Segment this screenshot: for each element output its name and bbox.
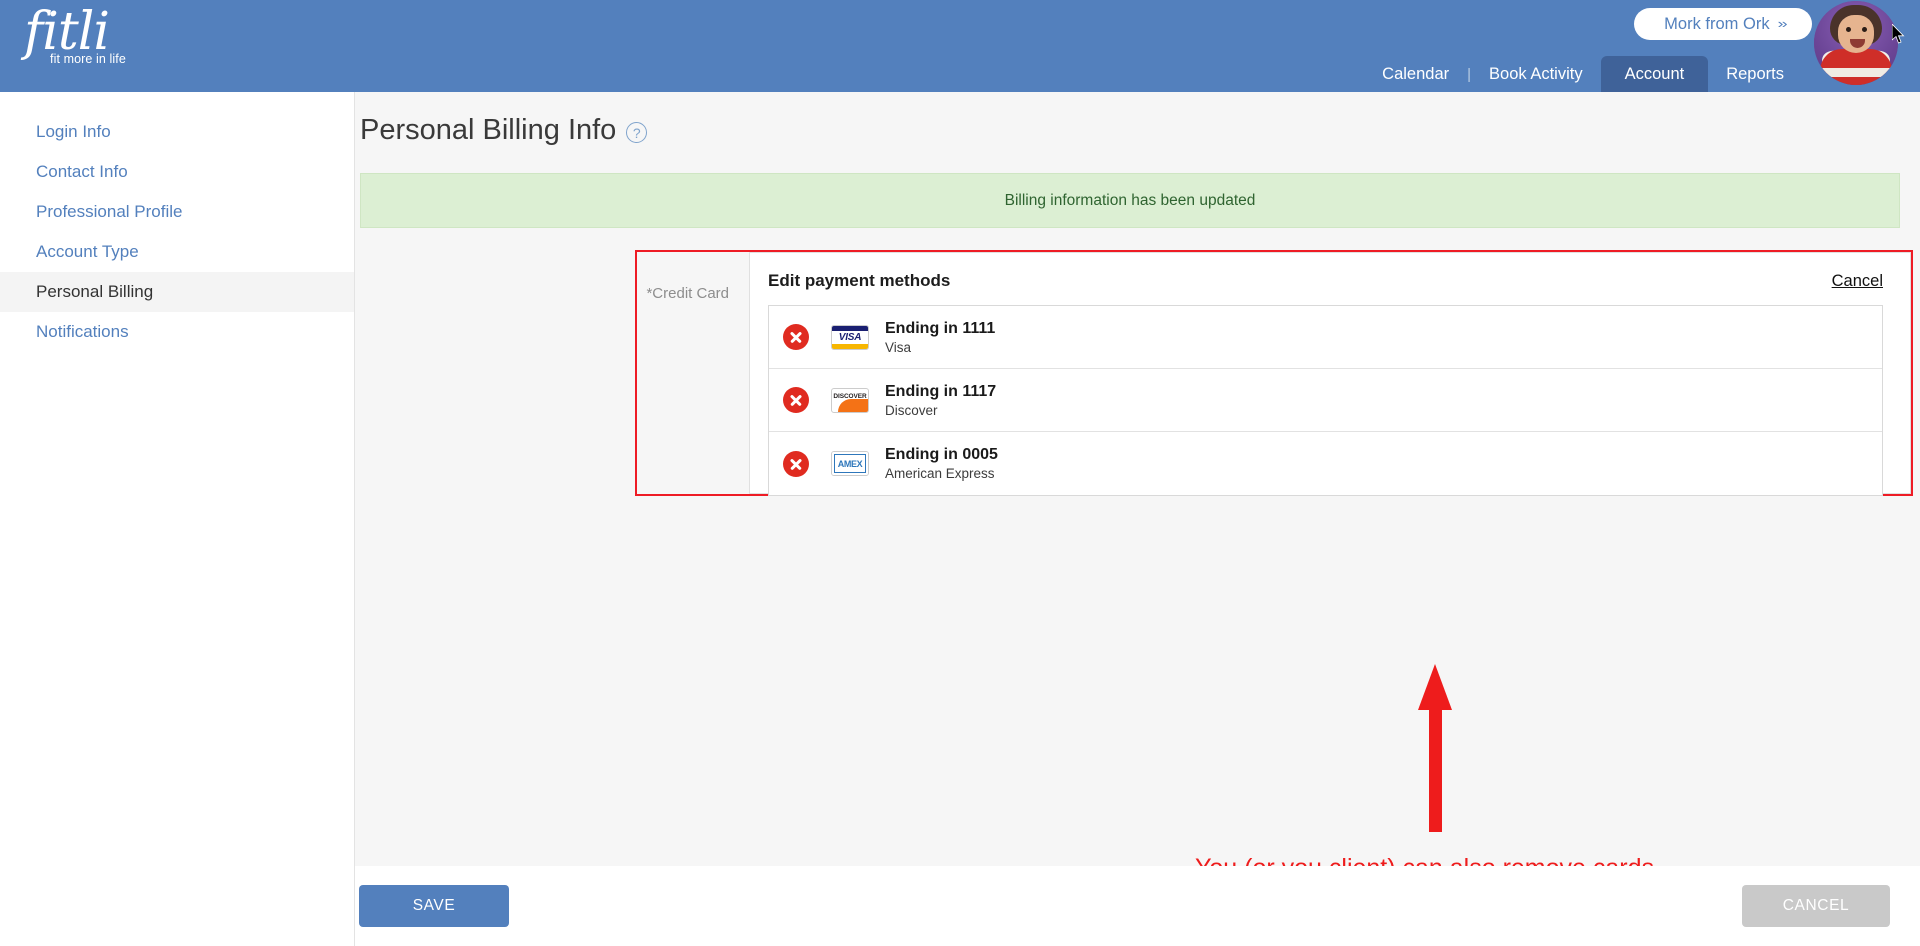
nav-item-account[interactable]: Account — [1600, 56, 1709, 92]
panel-cancel-link[interactable]: Cancel — [1832, 272, 1883, 291]
visa-logo-text: VISA — [838, 331, 862, 343]
page-title: Personal Billing Info — [360, 114, 617, 146]
up-arrow-annotation-icon — [1418, 664, 1452, 832]
discover-card-icon: DISCOVER — [831, 387, 869, 413]
panel-header: Edit payment methods Cancel — [768, 271, 1883, 291]
card-text-block: Ending in 1111 Visa — [885, 319, 995, 356]
card-text-block: Ending in 0005 American Express — [885, 445, 998, 482]
cancel-button[interactable]: CANCEL — [1742, 885, 1890, 927]
sidebar-item-personal-billing[interactable]: Personal Billing — [0, 272, 354, 312]
payment-method-row[interactable]: VISA Ending in 1111 Visa — [769, 306, 1882, 369]
page-title-row: Personal Billing Info ? — [355, 92, 1920, 147]
card-text-block: Ending in 1117 Discover — [885, 382, 996, 419]
success-alert-text: Billing information has been updated — [1004, 191, 1256, 209]
sidebar-item-contact-info[interactable]: Contact Info — [0, 152, 354, 192]
avatar-eye-right — [1862, 27, 1867, 32]
card-last-four: Ending in 0005 — [885, 446, 998, 463]
credit-card-field-label: *Credit Card — [646, 285, 729, 302]
visa-card-icon: VISA — [831, 324, 869, 350]
fitli-logo[interactable]: fitli fit more in life — [22, 6, 142, 84]
card-brand-name: Discover — [885, 402, 938, 418]
save-button[interactable]: SAVE — [359, 885, 509, 927]
sidebar-item-login-info[interactable]: Login Info — [0, 112, 354, 152]
amex-logo-text: AMEX — [832, 452, 868, 475]
account-sidebar: Login Info Contact Info Professional Pro… — [0, 92, 355, 946]
remove-card-icon[interactable] — [783, 450, 809, 477]
card-last-four: Ending in 1117 — [885, 382, 997, 400]
payment-method-row[interactable]: AMEX Ending in 0005 American Express — [769, 432, 1882, 495]
avatar-eye-left — [1846, 27, 1851, 32]
remove-card-icon[interactable] — [783, 387, 809, 413]
card-brand-name: American Express — [885, 466, 995, 481]
form-footer: SAVE CANCEL — [355, 866, 1920, 946]
logo-wordmark: fitli — [24, 2, 110, 62]
avatar-shirt — [1820, 49, 1892, 85]
help-circle-icon[interactable]: ? — [626, 122, 648, 143]
card-last-four: Ending in 1111 — [885, 319, 996, 337]
logo-tagline: fit more in life — [50, 52, 126, 66]
panel-heading: Edit payment methods — [768, 271, 951, 290]
credit-card-field-group: *Credit Card Edit payment methods Cancel… — [637, 252, 1911, 496]
card-brand-name: Visa — [885, 339, 912, 355]
main-content-area: Personal Billing Info ? Billing informat… — [355, 92, 1920, 946]
sidebar-item-account-type[interactable]: Account Type — [0, 232, 354, 272]
avatar[interactable] — [1814, 1, 1898, 85]
top-header-bar: fitli fit more in life Mork from Ork » C… — [0, 0, 1920, 92]
user-menu-button[interactable]: Mork from Ork » — [1634, 8, 1812, 40]
payment-methods-list: VISA Ending in 1111 Visa DISCOVER Ending… — [768, 305, 1883, 496]
nav-item-reports[interactable]: Reports — [1708, 56, 1802, 92]
avatar-shirt-stripe — [1820, 68, 1892, 77]
success-alert: Billing information has been updated — [360, 173, 1900, 228]
nav-item-book-activity[interactable]: Book Activity — [1471, 56, 1601, 92]
sidebar-item-professional-profile[interactable]: Professional Profile — [0, 192, 354, 232]
chevron-double-down-icon: » — [1777, 16, 1788, 31]
mouse-cursor-icon — [1892, 24, 1905, 44]
remove-card-icon[interactable] — [783, 324, 809, 350]
edit-payment-methods-panel: Edit payment methods Cancel VISA Ending … — [749, 252, 1911, 496]
sidebar-item-notifications[interactable]: Notifications — [0, 312, 354, 352]
amex-card-icon: AMEX — [831, 451, 869, 476]
payment-method-row[interactable]: DISCOVER Ending in 1117 Discover — [769, 369, 1882, 432]
user-menu-label: Mork from Ork — [1664, 14, 1770, 33]
main-navigation: Calendar | Book Activity Account Reports — [1364, 56, 1802, 92]
nav-item-calendar[interactable]: Calendar — [1364, 56, 1467, 92]
